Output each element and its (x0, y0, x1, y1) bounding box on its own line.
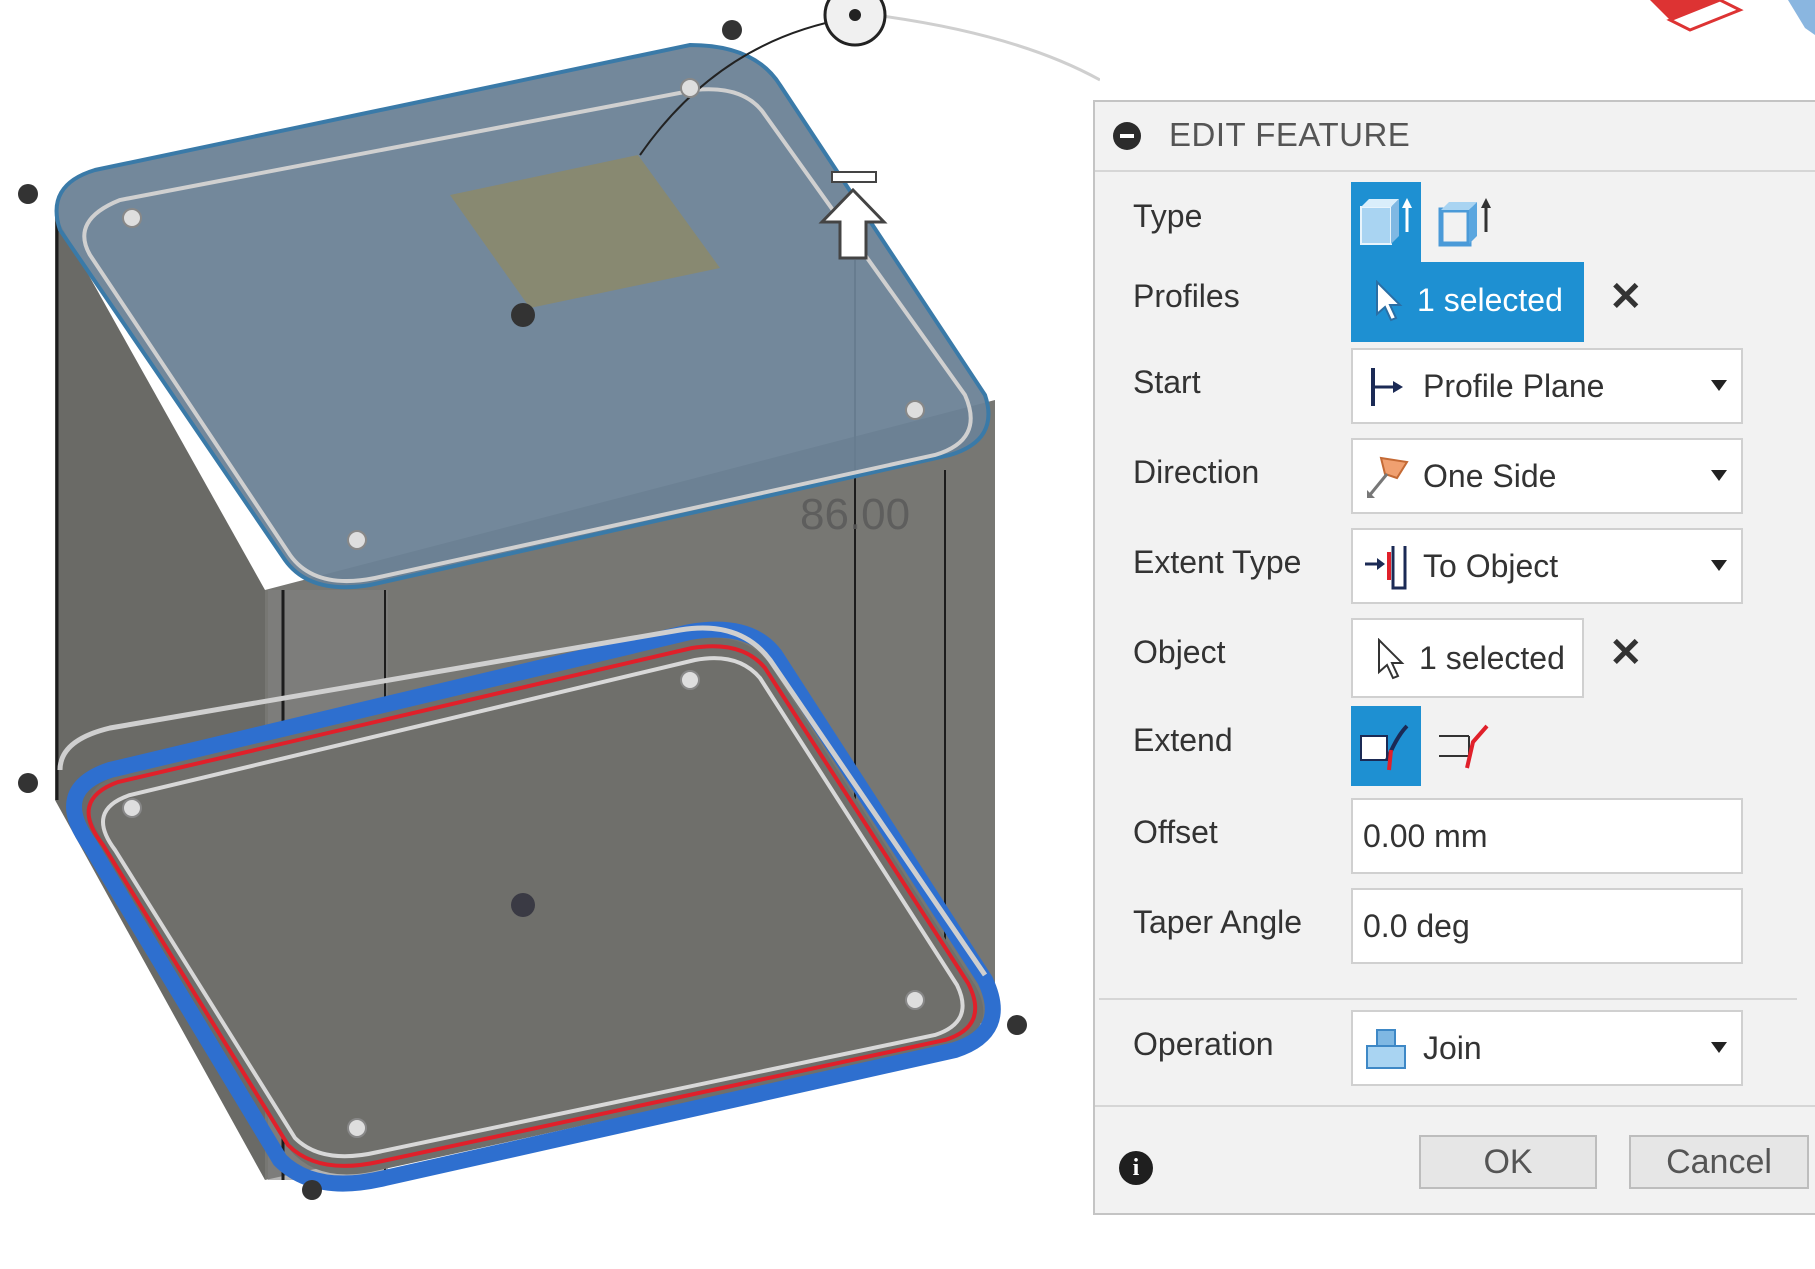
profile-plane-icon (1371, 368, 1403, 406)
extend-smooth-icon (1360, 724, 1409, 771)
model-canvas[interactable] (0, 0, 1100, 1269)
extent-type-row: Extent Type To Object (1095, 522, 1815, 604)
orbit-arc (849, 10, 1100, 82)
operation-value: Join (1423, 1030, 1482, 1066)
extend-option-smooth[interactable] (1351, 706, 1421, 786)
panel-title: EDIT FEATURE (1169, 116, 1411, 153)
profiles-row: Profiles 1 selected ✕ (1095, 256, 1815, 342)
extend-label: Extend (1133, 722, 1233, 758)
object-row: Object 1 selected ✕ (1095, 612, 1815, 698)
start-value: Profile Plane (1423, 368, 1605, 404)
cancel-button[interactable]: Cancel (1629, 1135, 1809, 1189)
extent-type-label: Extent Type (1133, 544, 1302, 580)
panel-footer: i OK Cancel (1095, 1105, 1815, 1219)
panel-header: EDIT FEATURE (1095, 102, 1815, 172)
divider (1099, 998, 1797, 1000)
offset-label: Offset (1133, 814, 1218, 850)
operation-label: Operation (1133, 1026, 1274, 1062)
taper-angle-row: Taper Angle 0.0 deg (1095, 882, 1815, 964)
profiles-clear-icon[interactable]: ✕ (1609, 274, 1643, 320)
edit-feature-panel: EDIT FEATURE Type Profiles 1 selected ✕ … (1093, 100, 1815, 1215)
start-dropdown[interactable]: Profile Plane (1351, 348, 1743, 424)
direction-value: One Side (1423, 458, 1557, 494)
object-label: Object (1133, 634, 1226, 670)
taper-angle-value: 0.0 deg (1363, 908, 1470, 944)
offset-value: 0.00 mm (1363, 818, 1488, 854)
ok-button[interactable]: OK (1419, 1135, 1597, 1189)
operation-row: Operation Join (1095, 1010, 1815, 1100)
offset-row: Offset 0.00 mm (1095, 792, 1815, 874)
type-option-solid[interactable] (1351, 182, 1421, 262)
taper-angle-label: Taper Angle (1133, 904, 1303, 940)
3d-viewport[interactable]: 86.00 (0, 0, 1100, 1269)
chevron-down-icon (1711, 470, 1727, 481)
operation-dropdown[interactable]: Join (1351, 1010, 1743, 1086)
dimension-label[interactable]: 86.00 (800, 490, 910, 540)
extend-option-adjacent[interactable] (1431, 706, 1501, 786)
direction-row: Direction One Side (1095, 432, 1815, 514)
extend-row: Extend (1095, 700, 1815, 786)
direction-label: Direction (1133, 454, 1260, 490)
object-clear-icon[interactable]: ✕ (1609, 630, 1643, 676)
join-icon (1366, 1029, 1406, 1069)
info-icon[interactable]: i (1119, 1151, 1153, 1185)
extrude-thin-icon (1438, 198, 1491, 247)
offset-input[interactable]: 0.00 mm (1351, 798, 1743, 874)
viewcube-icon[interactable] (1640, 0, 1815, 40)
type-label: Type (1133, 198, 1203, 234)
manipulator-handle (823, 0, 887, 47)
profiles-value: 1 selected (1417, 282, 1563, 318)
extend-adjacent-icon (1439, 724, 1489, 769)
to-object-icon (1365, 546, 1407, 590)
chevron-down-icon (1711, 560, 1727, 571)
taper-angle-input[interactable]: 0.0 deg (1351, 888, 1743, 964)
chevron-down-icon (1711, 1042, 1727, 1053)
one-side-icon (1367, 456, 1409, 498)
start-row: Start Profile Plane (1095, 342, 1815, 424)
object-selection-button[interactable]: 1 selected (1351, 618, 1584, 698)
type-option-thin[interactable] (1431, 182, 1501, 262)
extent-type-dropdown[interactable]: To Object (1351, 528, 1743, 604)
collapse-icon[interactable] (1113, 122, 1141, 150)
chevron-down-icon (1711, 380, 1727, 391)
profiles-label: Profiles (1133, 278, 1240, 314)
object-value: 1 selected (1419, 640, 1565, 676)
start-label: Start (1133, 364, 1201, 400)
type-row: Type (1095, 176, 1815, 262)
extrude-solid-icon (1360, 198, 1412, 245)
select-cursor-icon (1378, 638, 1405, 680)
extent-type-value: To Object (1423, 548, 1559, 584)
direction-dropdown[interactable]: One Side (1351, 438, 1743, 514)
select-cursor-icon (1376, 280, 1403, 322)
profiles-selection-button[interactable]: 1 selected (1351, 262, 1584, 342)
